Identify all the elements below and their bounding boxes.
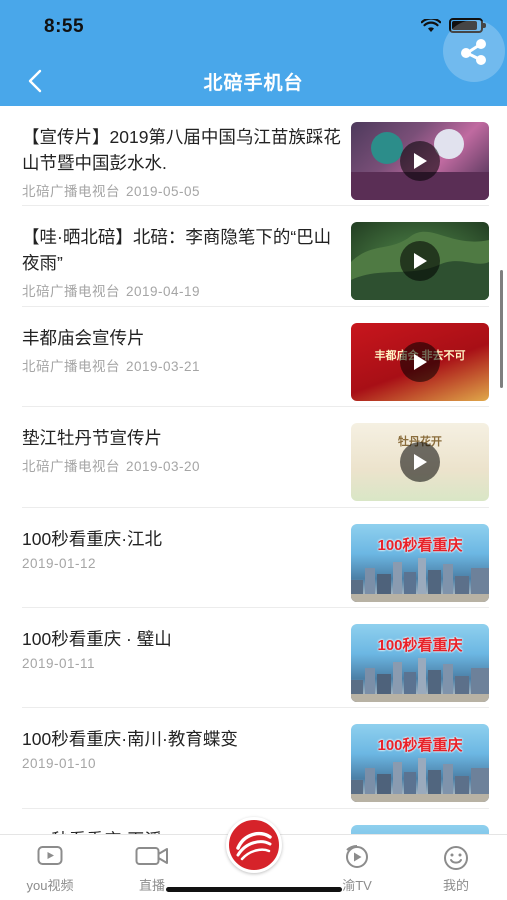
play-icon [414,353,427,370]
tab-mine[interactable]: 我的 [416,835,496,900]
video-list-item[interactable]: 100秒看重庆·江北 2019-01-12 100秒看重庆 [22,508,489,608]
video-source: 北碚广播电视台 [22,284,120,300]
video-date: 2019-01-11 [22,655,96,671]
video-title: 100秒看重庆·巫溪 [22,827,342,834]
video-date: 2019-05-05 [126,184,201,199]
video-thumbnail[interactable]: 100秒看重庆 [351,824,489,834]
play-icon [414,454,427,471]
skyline-image [351,557,489,602]
video-list-item[interactable]: 垫江牡丹节宣传片北碚广播电视台 2019-03-20 牡丹花开 [22,407,489,508]
scrollbar[interactable] [500,270,503,388]
skyline-image [351,758,489,803]
video-meta: 北碚广播电视台 2019-05-05 [22,180,200,200]
wifi-icon [421,18,441,32]
play-icon [414,253,427,270]
video-meta: 2019-01-11 [22,656,95,671]
header: 8:55 北碚手机台 [0,0,507,106]
video-list-item[interactable]: 100秒看重庆·南川·教育蝶变 2019-01-10 100秒看重庆 [22,708,489,809]
play-button[interactable] [400,442,440,483]
tv-icon [346,845,368,868]
video-date: 2019-04-19 [126,284,201,300]
tab-you-video[interactable]: you视频 [10,835,90,900]
video-meta: 2019-01-10 [22,756,96,771]
video-date: 2019-01-10 [22,756,97,772]
video-meta: 北碚广播电视台 2019-04-19 [22,280,200,300]
video-thumbnail[interactable]: 100秒看重庆 [351,523,489,602]
video-title: 100秒看重庆·江北 [22,528,163,549]
video-thumbnail[interactable]: 牡丹花开 [351,423,489,502]
video-title: 【宣传片】2019第八届中国乌江苗族踩花山节暨中国彭水水. [22,127,341,173]
video-source: 北碚广播电视台 [22,184,120,199]
video-thumbnail[interactable]: 100秒看重庆 [351,623,489,702]
play-icon [414,153,427,169]
video-date: 2019-03-20 [126,459,201,475]
video-date: 2019-03-21 [126,358,201,374]
logo-icon [236,831,272,861]
video-title: 丰都庙会宣传片 [22,327,145,348]
page-title: 北碚手机台 [203,73,304,94]
video-list-item[interactable]: 丰都庙会宣传片北碚广播电视台 2019-03-21 丰都庙会 非去不可 [22,307,489,408]
share-button[interactable] [443,20,505,82]
video-source: 北碚广播电视台 [22,358,120,374]
video-list-item[interactable]: 【宣传片】2019第八届中国乌江苗族踩花山节暨中国彭水水. 北碚广播电视台 2019… [22,106,489,207]
video-source: 北碚广播电视台 [22,459,120,475]
video-list[interactable]: 【宣传片】2019第八届中国乌江苗族踩花山节暨中国彭水水. 北碚广播电视台 2019… [0,106,507,834]
video-title: 【哇·晒北碚】北碚：李商隐笔下的“巴山夜雨” [22,227,332,274]
thumbnail-caption: 100秒看重庆 [377,636,463,654]
video-title: 100秒看重庆·南川·教育蝶变 [22,729,238,750]
video-meta: 2019-01-12 [22,556,96,571]
camera-icon [135,847,168,865]
video-meta: 北碚广播电视台 2019-03-20 [22,455,200,475]
video-title: 100秒看重庆 · 璧山 [22,628,172,649]
video-list-item[interactable]: 100秒看重庆 · 璧山 2019-01-11 100秒看重庆 [22,608,489,709]
video-title: 垫江牡丹节宣传片 [22,428,162,449]
thumbnail-caption: 100秒看重庆 [377,737,463,755]
thumbnail-caption: 100秒看重庆 [377,536,463,554]
play-button[interactable] [400,141,440,181]
video-thumbnail[interactable] [351,122,489,200]
tab-label: 我的 [442,878,469,893]
video-thumbnail[interactable]: 100秒看重庆 [351,724,489,803]
play-button[interactable] [400,341,440,382]
video-list-item[interactable]: 【哇·晒北碚】北碚：李商隐笔下的“巴山夜雨” 北碚广播电视台 2019-04-19 [22,206,489,307]
video-date: 2019-01-12 [22,555,97,571]
tab-home-logo[interactable] [226,817,282,873]
video-icon [37,846,63,865]
video-meta: 北碚广播电视台 2019-03-21 [22,355,200,375]
screen: 8:55 北碚手机台 【宣传片】2019第八届中国乌江苗族踩花山节暨中国彭水水.… [0,0,507,900]
video-thumbnail[interactable]: 丰都庙会 非去不可 [351,322,489,401]
tab-label: you视频 [26,878,74,893]
home-indicator [166,887,342,892]
smile-icon [444,846,468,870]
skyline-image [351,657,489,702]
video-thumbnail[interactable] [351,222,489,301]
tab-bar: you视频 直播 渝TV 我的 [0,817,507,900]
share-icon [461,39,486,65]
status-time: 8:55 [44,16,85,37]
